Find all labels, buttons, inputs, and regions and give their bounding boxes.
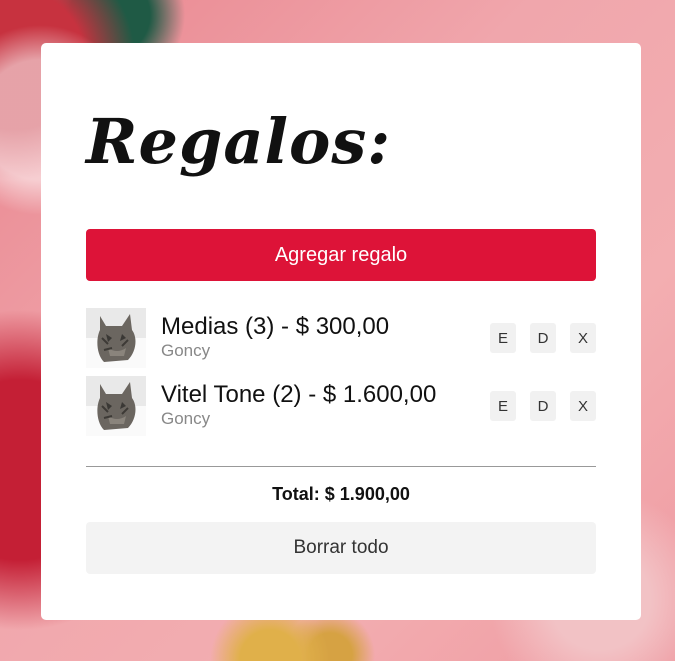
list-item: Vitel Tone (2) - $ 1.600,00 Goncy E D X <box>86 376 596 437</box>
divider <box>86 466 596 467</box>
edit-button[interactable]: E <box>490 391 516 421</box>
add-gift-button[interactable]: Agregar regalo <box>86 229 596 281</box>
duplicate-button[interactable]: D <box>530 391 556 421</box>
gift-actions: E D X <box>490 323 596 353</box>
delete-button[interactable]: X <box>570 323 596 353</box>
gift-list: Medias (3) - $ 300,00 Goncy E D X Vitel … <box>86 308 596 444</box>
gift-owner: Goncy <box>161 341 211 360</box>
duplicate-button[interactable]: D <box>530 323 556 353</box>
total-label: Total: $ 1.900,00 <box>272 484 410 504</box>
list-item: Medias (3) - $ 300,00 Goncy E D X <box>86 308 596 369</box>
edit-button[interactable]: E <box>490 323 516 353</box>
gift-name: Medias (3) - $ 300,00 <box>161 313 390 340</box>
cat-photo-icon <box>86 376 146 436</box>
cat-photo-icon <box>86 308 146 368</box>
gift-actions: E D X <box>490 391 596 421</box>
page-title: Regalos: <box>86 105 392 178</box>
gift-name: Vitel Tone (2) - $ 1.600,00 <box>161 381 437 408</box>
gift-owner: Goncy <box>161 409 211 428</box>
delete-button[interactable]: X <box>570 391 596 421</box>
clear-all-button[interactable]: Borrar todo <box>86 522 596 574</box>
gift-card: Regalos: Agregar regalo Medias (3) - $ 3… <box>41 43 641 620</box>
